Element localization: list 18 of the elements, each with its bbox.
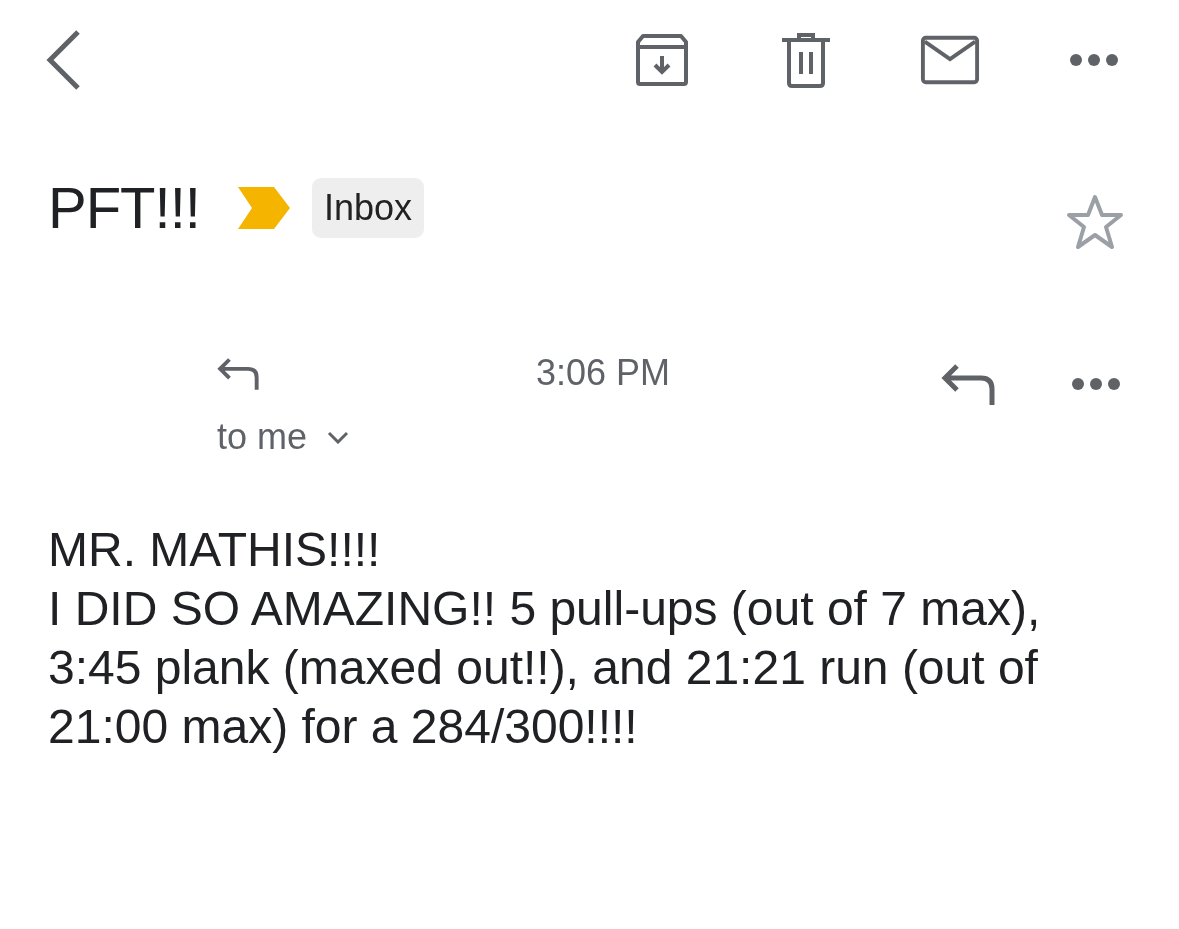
archive-icon bbox=[634, 33, 690, 87]
subject-title: PFT!!! bbox=[48, 179, 200, 237]
importance-marker-icon[interactable] bbox=[237, 187, 290, 229]
message-time: 3:06 PM bbox=[535, 352, 670, 394]
more-icon bbox=[1072, 378, 1120, 390]
inbox-label: Inbox bbox=[311, 178, 424, 238]
reply-icon bbox=[941, 363, 995, 405]
message-body-text: I DID SO AMAZING!! 5 pull-ups (out of 7 max), 3:45 plank (maxed out!!), and 21:21 run (out of 21:00 max) for a 284/300!!!! bbox=[48, 581, 1042, 755]
mail-icon bbox=[920, 34, 980, 86]
message-body-text: MR. MATHIS!!!! bbox=[48, 522, 382, 578]
reply-icon bbox=[217, 356, 259, 390]
recipient-toggle[interactable]: to me bbox=[217, 416, 350, 458]
star-icon bbox=[1066, 194, 1124, 250]
trash-icon bbox=[781, 32, 831, 88]
star-button[interactable] bbox=[1066, 194, 1124, 250]
chevron-down-icon bbox=[327, 430, 350, 444]
more-icon bbox=[1070, 54, 1118, 66]
back-icon bbox=[44, 30, 81, 90]
